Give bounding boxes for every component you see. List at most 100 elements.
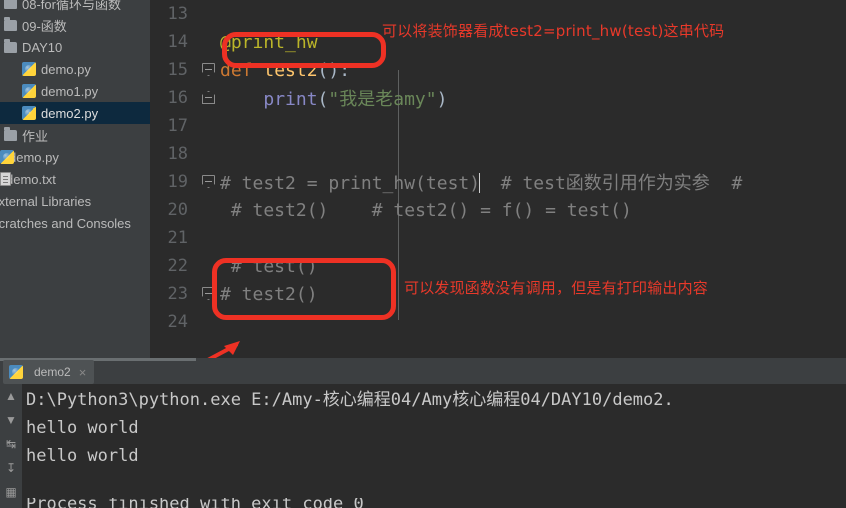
console-line: Process finished with exit code 0	[26, 498, 364, 508]
tree-item-label: 作业	[22, 128, 49, 144]
fold-column[interactable]	[198, 56, 220, 84]
close-icon[interactable]: ×	[79, 365, 87, 380]
fold-marker-icon[interactable]	[202, 91, 215, 104]
tree-item-day10[interactable]: DAY10	[0, 36, 150, 58]
console-tab-label: demo2	[34, 365, 71, 379]
console-output[interactable]: D:\Python3\python.exe E:/Amy-核心编程04/Amy核…	[22, 384, 846, 508]
fold-column[interactable]	[198, 280, 220, 308]
code-token: # test()	[220, 255, 318, 277]
code-token: @print_hw	[220, 31, 318, 53]
code-token: (	[317, 89, 329, 110]
fold-marker-icon[interactable]	[202, 175, 215, 188]
tree-item-label: demo1.py	[41, 83, 99, 99]
console-tab-bar[interactable]: demo2 ×	[0, 358, 846, 384]
code-text: # test()	[220, 256, 846, 277]
line-number: 14	[167, 32, 188, 52]
code-token: test2	[263, 59, 318, 81]
line-number: 24	[167, 312, 188, 332]
code-token: "我是老amy"	[328, 89, 437, 110]
console-line: hello world	[26, 446, 139, 466]
code-token: # test函数引用作为实参 #	[479, 173, 743, 194]
fold-column[interactable]	[198, 0, 220, 28]
code-line-20[interactable]: 20 # test2() # test2() = f() = test()	[150, 196, 846, 224]
code-text: print("我是老amy")	[220, 85, 846, 111]
line-number: 17	[167, 116, 188, 136]
fold-marker-icon[interactable]	[202, 287, 215, 300]
fold-column[interactable]	[198, 168, 220, 196]
python-file-icon	[22, 62, 36, 76]
fold-column[interactable]	[198, 28, 220, 56]
tree-item-label: demo.py	[9, 149, 59, 165]
console-tab-demo2[interactable]: demo2 ×	[3, 360, 95, 384]
fold-column[interactable]	[198, 84, 220, 112]
tree-item-label: 09-函数	[22, 18, 67, 34]
folder-icon	[4, 126, 17, 141]
console-toolbar[interactable]: ▲ ▼ ↹ ↧ ▦	[0, 384, 22, 508]
folder-icon	[4, 16, 17, 31]
fold-column[interactable]	[198, 224, 220, 252]
tree-item-demo1-py[interactable]: demo1.py	[0, 80, 150, 102]
project-tree-panel[interactable]: 08-for循环与函数 09-函数 DAY10 demo.py demo1.py demo…	[0, 0, 150, 358]
code-line-19[interactable]: 19 # test2 = print_hw(test) # test函数引用作为实…	[150, 168, 846, 196]
line-number: 15	[167, 60, 188, 80]
fold-column[interactable]	[198, 196, 220, 224]
code-editor[interactable]: 13 14 @print_hw 15 def test2(): 16 print("我是老…	[150, 0, 846, 358]
fold-column[interactable]	[198, 252, 220, 280]
editor-scrollbar[interactable]	[836, 0, 846, 358]
tree-item-external-libraries[interactable]: External Libraries	[0, 190, 150, 212]
tree-item-demo-py[interactable]: demo.py	[0, 146, 150, 168]
code-line-21[interactable]: 21	[150, 224, 846, 252]
code-line-22[interactable]: 22 # test()	[150, 252, 846, 280]
code-line-18[interactable]: 18	[150, 140, 846, 168]
scroll-to-end-icon[interactable]: ↧	[0, 456, 22, 480]
code-text: # test2 = print_hw(test) # test函数引用作为实参 …	[220, 169, 846, 195]
code-line-16[interactable]: 16 print("我是老amy")	[150, 84, 846, 112]
code-text: def test2():	[220, 60, 846, 81]
python-file-icon	[22, 106, 36, 120]
run-console-panel[interactable]: demo2 × ▲ ▼ ↹ ↧ ▦ D:\Python3\python.exe …	[0, 358, 846, 508]
code-line-24[interactable]: 24	[150, 308, 846, 336]
fold-marker-icon[interactable]	[202, 63, 215, 76]
console-line: D:\Python3\python.exe E:/Amy-核心编程04/Amy核…	[26, 390, 674, 410]
text-file-icon	[0, 172, 11, 186]
tree-item-label: DAY10	[22, 39, 63, 55]
tree-item-[interactable]: 作业	[0, 124, 150, 146]
line-number: 16	[167, 88, 188, 108]
annotation-no-call-note: 可以发现函数没有调用，但是有打印输出内容	[404, 279, 709, 297]
tree-item-08-for[interactable]: 08-for循环与函数	[0, 0, 150, 14]
fold-column[interactable]	[198, 308, 220, 336]
code-line-15[interactable]: 15 def test2():	[150, 56, 846, 84]
tree-item-label: demo2.py	[41, 105, 99, 121]
python-file-icon	[0, 150, 14, 164]
tree-item-09[interactable]: 09-函数	[0, 14, 150, 36]
python-file-icon	[9, 365, 23, 379]
line-number: 18	[167, 144, 188, 164]
code-token: )	[436, 89, 448, 110]
line-number: 21	[167, 228, 188, 248]
tree-item-label: demo.txt	[6, 171, 56, 187]
print-icon[interactable]: ▦	[0, 480, 22, 504]
tree-item-demo2-py[interactable]: demo2.py	[0, 102, 150, 124]
tree-item-label: 08-for循环与函数	[22, 0, 121, 12]
code-token: def	[220, 59, 264, 81]
tree-item-label: demo.py	[41, 61, 91, 77]
soft-wrap-icon[interactable]: ↹	[0, 432, 22, 456]
console-line: hello world	[26, 418, 139, 438]
chevron-down-icon[interactable]: ▼	[0, 408, 22, 432]
project-tree-list[interactable]: 08-for循环与函数 09-函数 DAY10 demo.py demo1.py demo…	[0, 0, 150, 234]
fold-column[interactable]	[198, 112, 220, 140]
code-text: # test2() # test2() = f() = test()	[220, 200, 846, 221]
annotation-decorator-note: 可以将装饰器看成test2=print_hw(test)这串代码	[382, 22, 725, 40]
code-line-17[interactable]: 17	[150, 112, 846, 140]
line-number: 23	[167, 284, 188, 304]
tree-item-demo-py[interactable]: demo.py	[0, 58, 150, 80]
pycharm-window: 08-for循环与函数 09-函数 DAY10 demo.py demo1.py demo…	[0, 0, 846, 508]
code-token: # test2() # test2() = f() = test()	[220, 199, 632, 221]
line-number: 20	[167, 200, 188, 220]
tree-item-demo-txt[interactable]: demo.txt	[0, 168, 150, 190]
chevron-up-icon[interactable]: ▲	[0, 384, 22, 408]
fold-column[interactable]	[198, 140, 220, 168]
tree-item-scratches-and-consoles[interactable]: Scratches and Consoles	[0, 212, 150, 234]
